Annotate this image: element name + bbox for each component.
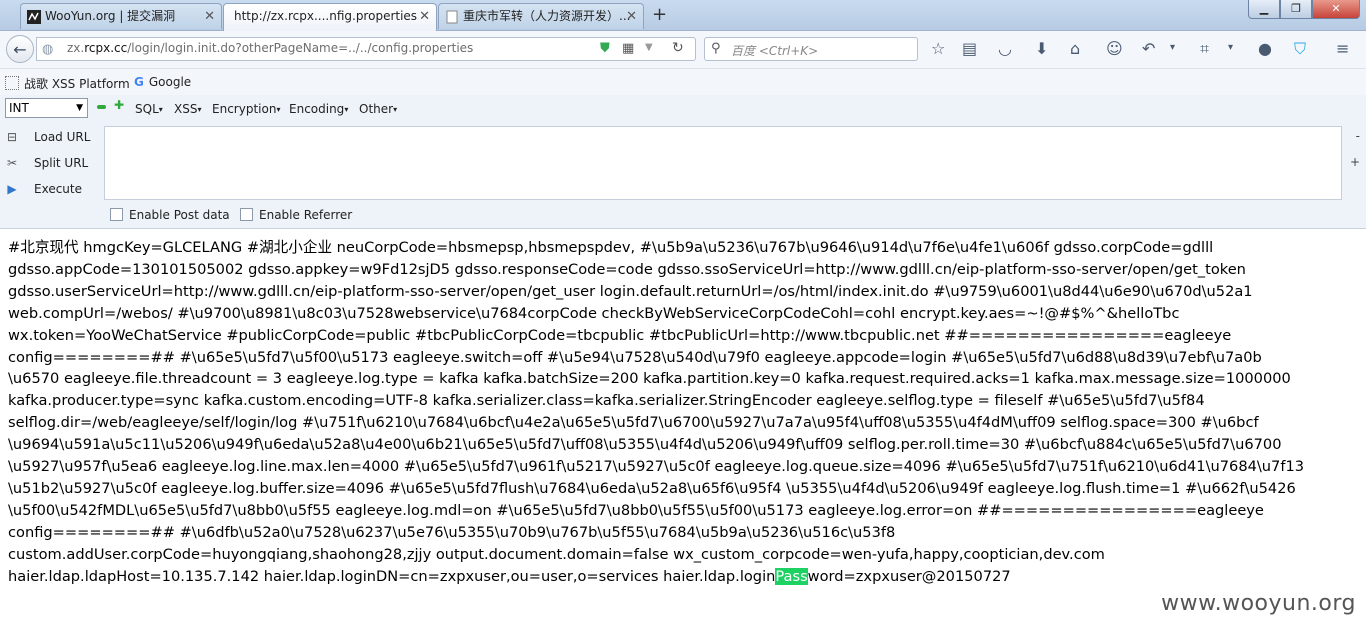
close-tab-icon[interactable]: ✕ [204,4,215,29]
pocket-icon[interactable]: ◡ [998,39,1012,58]
enable-referrer-checkbox[interactable]: Enable Referrer [240,208,352,222]
expand-icon[interactable]: + [1350,155,1360,169]
reload-icon[interactable]: ↻ [672,40,684,56]
url-text[interactable]: zx.rcpx.cc/login/login.init.do?otherPage… [67,41,473,55]
smiley-icon[interactable]: ☺ [1106,39,1123,58]
close-tab-icon[interactable]: ✕ [626,4,637,29]
minus-icon[interactable] [97,105,106,109]
dropdown-arrow-icon[interactable]: ▼ [645,42,653,53]
chevron-down-icon[interactable]: ▾ [1170,42,1175,53]
load-url-icon: ⊟ [6,130,18,144]
dotted-box-icon [5,76,19,90]
hamburger-menu-icon[interactable]: ≡ [1336,39,1349,58]
tab-chongqing[interactable]: 重庆市军转（人力资源开发）... ✕ [438,3,644,29]
close-tab-icon[interactable]: ✕ [419,4,430,29]
bookmark-star-icon[interactable]: ☆ [931,39,945,58]
download-arrow-icon[interactable]: ⬇ [1035,39,1048,58]
url-bar[interactable]: ◍ zx.rcpx.cc/login/login.init.do?otherPa… [36,37,696,61]
sql-menu[interactable]: SQL▾ [135,102,163,116]
crop-icon[interactable]: ⌗ [1200,39,1209,59]
close-window-button[interactable]: ✕ [1312,0,1360,19]
reading-list-icon[interactable]: ▤ [962,39,977,58]
tab-title: WooYun.org | 提交漏洞 [45,9,176,23]
shrink-icon[interactable]: - [1356,129,1360,143]
wooyun-favicon-icon [27,10,41,24]
properties-text: #北京现代 hmgcKey=GLCELANG #湖北小企业 neuCorpCod… [8,239,1305,585]
shield-icon[interactable]: ⛊ [600,41,610,56]
qr-code-icon[interactable]: ▦ [622,41,634,56]
plus-icon[interactable]: ✚ [114,98,124,112]
bookmark-xss-platform[interactable]: 战歌 XSS Platform [5,75,130,92]
minimize-button[interactable]: ▁ [1248,0,1280,19]
hackbar-url-textarea[interactable] [104,126,1342,200]
chevron-down-icon: ▼ [76,103,83,113]
split-url-button[interactable]: ✂ Split URL [4,156,88,170]
config-properties-text: #北京现代 hmgcKey=GLCELANG #湖北小企业 neuCorpCod… [8,237,1360,588]
xss-menu[interactable]: XSS▾ [174,102,201,116]
chevron-down-icon[interactable]: ▾ [1228,42,1233,53]
checkbox-icon [240,208,253,221]
window-controls: ▁ ❐ ✕ [1248,0,1360,20]
home-icon[interactable]: ⌂ [1070,39,1080,58]
split-url-icon: ✂ [6,156,18,170]
tab-wooyun[interactable]: WooYun.org | 提交漏洞 ✕ [20,3,222,29]
play-circle-icon: ▶ [7,182,17,196]
search-icon: ⚲ [711,41,721,56]
tab-title: 重庆市军转（人力资源开发）... [463,9,631,23]
search-placeholder: 百度 <Ctrl+K> [731,44,819,58]
tab-strip: WooYun.org | 提交漏洞 ✕ http://zx.rcpx....nf… [0,0,1366,31]
other-menu[interactable]: Other▾ [359,102,397,116]
navigation-bar: ← ◍ zx.rcpx.cc/login/login.init.do?other… [0,31,1366,69]
document-favicon-icon [446,10,458,24]
maximize-button[interactable]: ❐ [1280,0,1312,19]
execute-button[interactable]: ▶ Execute [4,182,82,196]
bookmarks-toolbar: 战歌 XSS Platform G Google [0,69,1366,95]
checkbox-icon [110,208,123,221]
back-arrow-icon[interactable]: ← [6,35,34,63]
properties-text-tail: word=zxpxuser@20150727 [807,567,1011,585]
encoding-menu[interactable]: Encoding▾ [289,102,348,116]
encryption-menu[interactable]: Encryption▾ [212,102,280,116]
wooyun-watermark: www.wooyun.org [1161,591,1356,616]
new-tab-button[interactable]: + [652,4,667,25]
bookmark-google[interactable]: G Google [134,75,191,89]
tab-title: http://zx.rcpx....nfig.properties [234,9,418,23]
google-icon: G [134,75,144,89]
extension-shield-icon[interactable]: ⛉ [1294,39,1306,59]
enable-post-data-checkbox[interactable]: Enable Post data [110,208,230,222]
tab-config-properties[interactable]: http://zx.rcpx....nfig.properties ✕ [223,3,437,31]
load-url-button[interactable]: ⊟ Load URL [4,130,90,144]
int-type-select[interactable]: INT ▼ [5,98,88,118]
hackbar-panel: INT ▼ ✚ SQL▾ XSS▾ Encryption▾ Encoding▾ O… [0,95,1366,229]
undo-arrow-icon[interactable]: ↶ [1142,39,1155,58]
search-highlight: Pass [775,567,808,585]
chat-bubble-icon[interactable]: ● [1258,39,1272,58]
globe-icon: ◍ [42,42,54,57]
search-box[interactable]: ⚲ 百度 <Ctrl+K> [704,37,918,61]
